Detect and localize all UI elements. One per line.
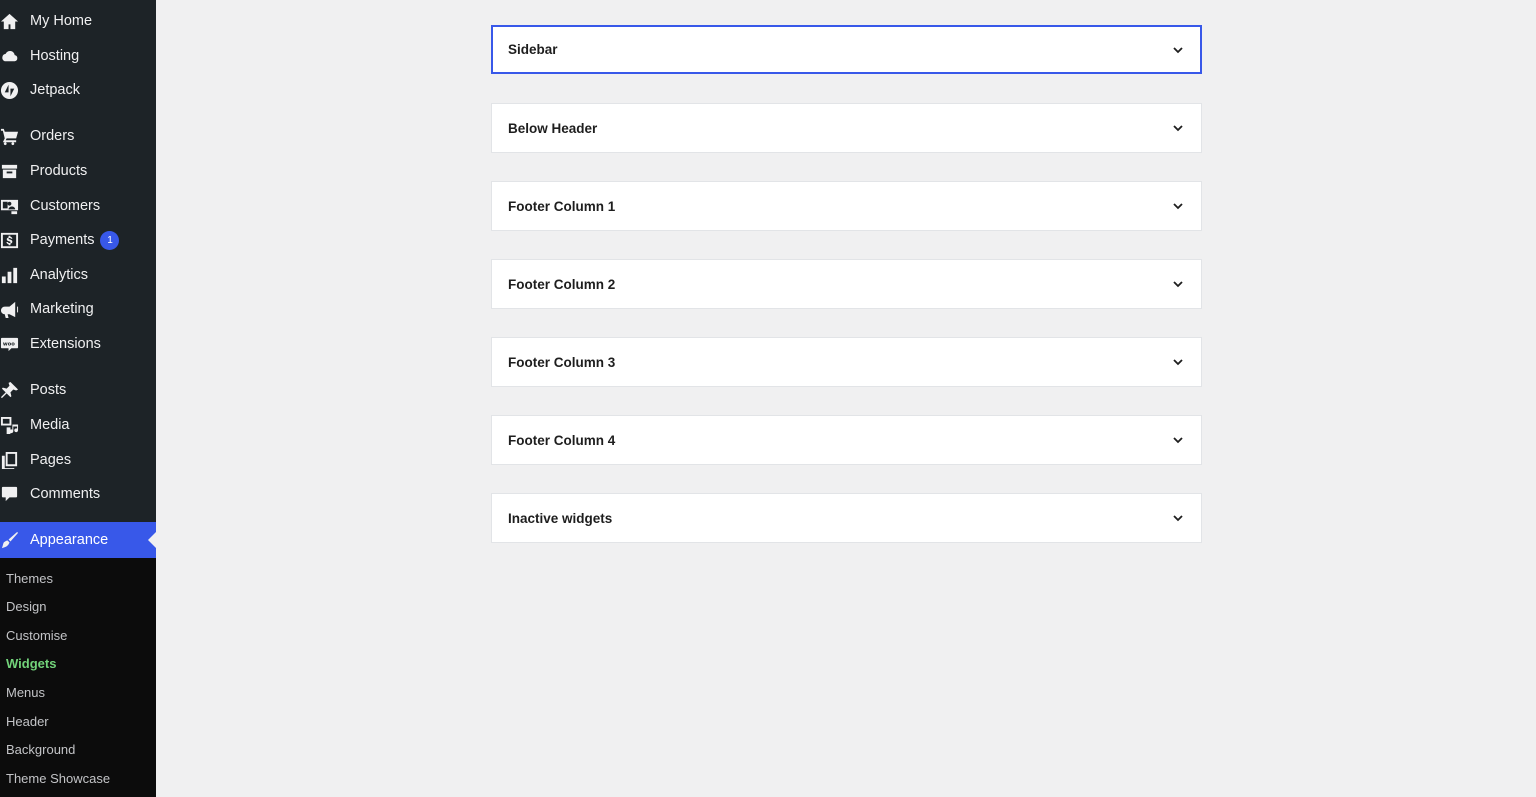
- sidebar-item-label: Media: [30, 417, 70, 433]
- widget-area-below-header[interactable]: Below Header: [491, 103, 1202, 153]
- sidebar-item-analytics[interactable]: Analytics: [0, 258, 156, 292]
- sidebar-item-label: My Home: [30, 13, 93, 29]
- current-pointer: [148, 532, 156, 548]
- sidebar-item-jetpack[interactable]: Jetpack: [0, 73, 156, 107]
- sidebar-item-label: Hosting: [30, 48, 80, 64]
- sidebar-item-label: Appearance: [30, 532, 109, 548]
- cloud-icon: [0, 47, 24, 66]
- pin-icon: [0, 381, 24, 400]
- sidebar-item-payments[interactable]: Payments 1: [0, 223, 156, 257]
- widget-area-title: Inactive widgets: [508, 510, 613, 526]
- widget-area-footer-column-2[interactable]: Footer Column 2: [491, 259, 1202, 309]
- sidebar-item-marketing[interactable]: Marketing: [0, 292, 156, 326]
- widget-area-title: Footer Column 1: [508, 198, 616, 214]
- chevron-down-icon[interactable]: [1171, 121, 1185, 135]
- customers-icon: [0, 197, 24, 216]
- widget-area-title: Footer Column 2: [508, 276, 616, 292]
- sidebar-item-hosting[interactable]: Hosting: [0, 39, 156, 73]
- sidebar-item-label: Orders: [30, 128, 75, 144]
- sidebar-item-my-home[interactable]: My Home: [0, 4, 156, 38]
- sidebar-item-label: Pages: [30, 452, 72, 468]
- submenu-item-widgets[interactable]: Widgets: [6, 654, 56, 674]
- media-icon: [0, 416, 24, 435]
- sidebar-item-products[interactable]: Products: [0, 154, 156, 188]
- submenu-item-theme-showcase[interactable]: Theme Showcase: [6, 769, 110, 789]
- sidebar-item-orders[interactable]: Orders: [0, 119, 156, 153]
- sidebar-item-posts[interactable]: Posts: [0, 373, 156, 407]
- sidebar-item-comments[interactable]: Comments: [0, 477, 156, 511]
- widget-area-footer-column-3[interactable]: Footer Column 3: [491, 337, 1202, 387]
- sidebar-item-label: Customers: [30, 198, 101, 214]
- widget-area-title: Below Header: [508, 120, 598, 136]
- sidebar-item-pages[interactable]: Pages: [0, 443, 156, 477]
- payments-icon: [0, 231, 24, 250]
- submenu-item-header[interactable]: Header: [6, 712, 49, 732]
- chevron-down-icon[interactable]: [1171, 277, 1185, 291]
- sidebar-item-label: Marketing: [30, 301, 94, 317]
- woo-icon: woo: [0, 335, 24, 354]
- chevron-down-icon[interactable]: [1171, 511, 1185, 525]
- cart-icon: [0, 127, 24, 146]
- widget-area-title: Sidebar: [508, 42, 558, 57]
- chevron-down-icon[interactable]: [1171, 433, 1185, 447]
- sidebar-item-label: Products: [30, 163, 88, 179]
- sidebar-item-label: Posts: [30, 382, 67, 398]
- megaphone-icon: [0, 300, 24, 319]
- chevron-down-icon[interactable]: [1171, 43, 1185, 57]
- sidebar-item-appearance[interactable]: Appearance: [0, 522, 156, 558]
- chevron-down-icon[interactable]: [1171, 355, 1185, 369]
- submenu-item-background[interactable]: Background: [6, 740, 75, 760]
- sidebar-item-label: Analytics: [30, 267, 89, 283]
- submenu-item-design[interactable]: Design: [6, 597, 46, 617]
- widget-area-title: Footer Column 4: [508, 432, 616, 448]
- widget-area-inactive-widgets[interactable]: Inactive widgets: [491, 493, 1202, 543]
- bar-chart-icon: [0, 266, 24, 285]
- submenu-item-menus[interactable]: Menus: [6, 683, 45, 703]
- archive-icon: [0, 162, 24, 181]
- widget-area-footer-column-1[interactable]: Footer Column 1: [491, 181, 1202, 231]
- sidebar-item-label: Comments: [30, 486, 101, 502]
- home-icon: [0, 12, 24, 31]
- sidebar-item-media[interactable]: Media: [0, 408, 156, 442]
- svg-text:woo: woo: [2, 341, 14, 347]
- jetpack-icon: [0, 81, 24, 100]
- comment-icon: [0, 485, 24, 504]
- sidebar-item-customers[interactable]: Customers: [0, 189, 156, 223]
- widget-area-title: Footer Column 3: [508, 354, 616, 370]
- submenu-item-themes[interactable]: Themes: [6, 569, 53, 589]
- submenu-item-customise[interactable]: Customise: [6, 626, 67, 646]
- notification-badge: 1: [100, 230, 120, 250]
- sidebar-item-label: Extensions: [30, 336, 101, 352]
- admin-sidebar: My Home Hosting Jetpack Orders Products …: [0, 0, 156, 797]
- pages-icon: [0, 451, 24, 470]
- brush-icon: [0, 531, 24, 550]
- sidebar-item-label: Payments: [30, 232, 95, 248]
- sidebar-item-label: Jetpack: [30, 82, 80, 98]
- appearance-submenu: Themes Design Customise Widgets Menus He…: [0, 558, 156, 797]
- widget-area-footer-column-4[interactable]: Footer Column 4: [491, 415, 1202, 465]
- sidebar-item-extensions[interactable]: woo Extensions: [0, 327, 156, 361]
- chevron-down-icon[interactable]: [1171, 199, 1185, 213]
- widget-area-sidebar[interactable]: Sidebar: [491, 25, 1202, 74]
